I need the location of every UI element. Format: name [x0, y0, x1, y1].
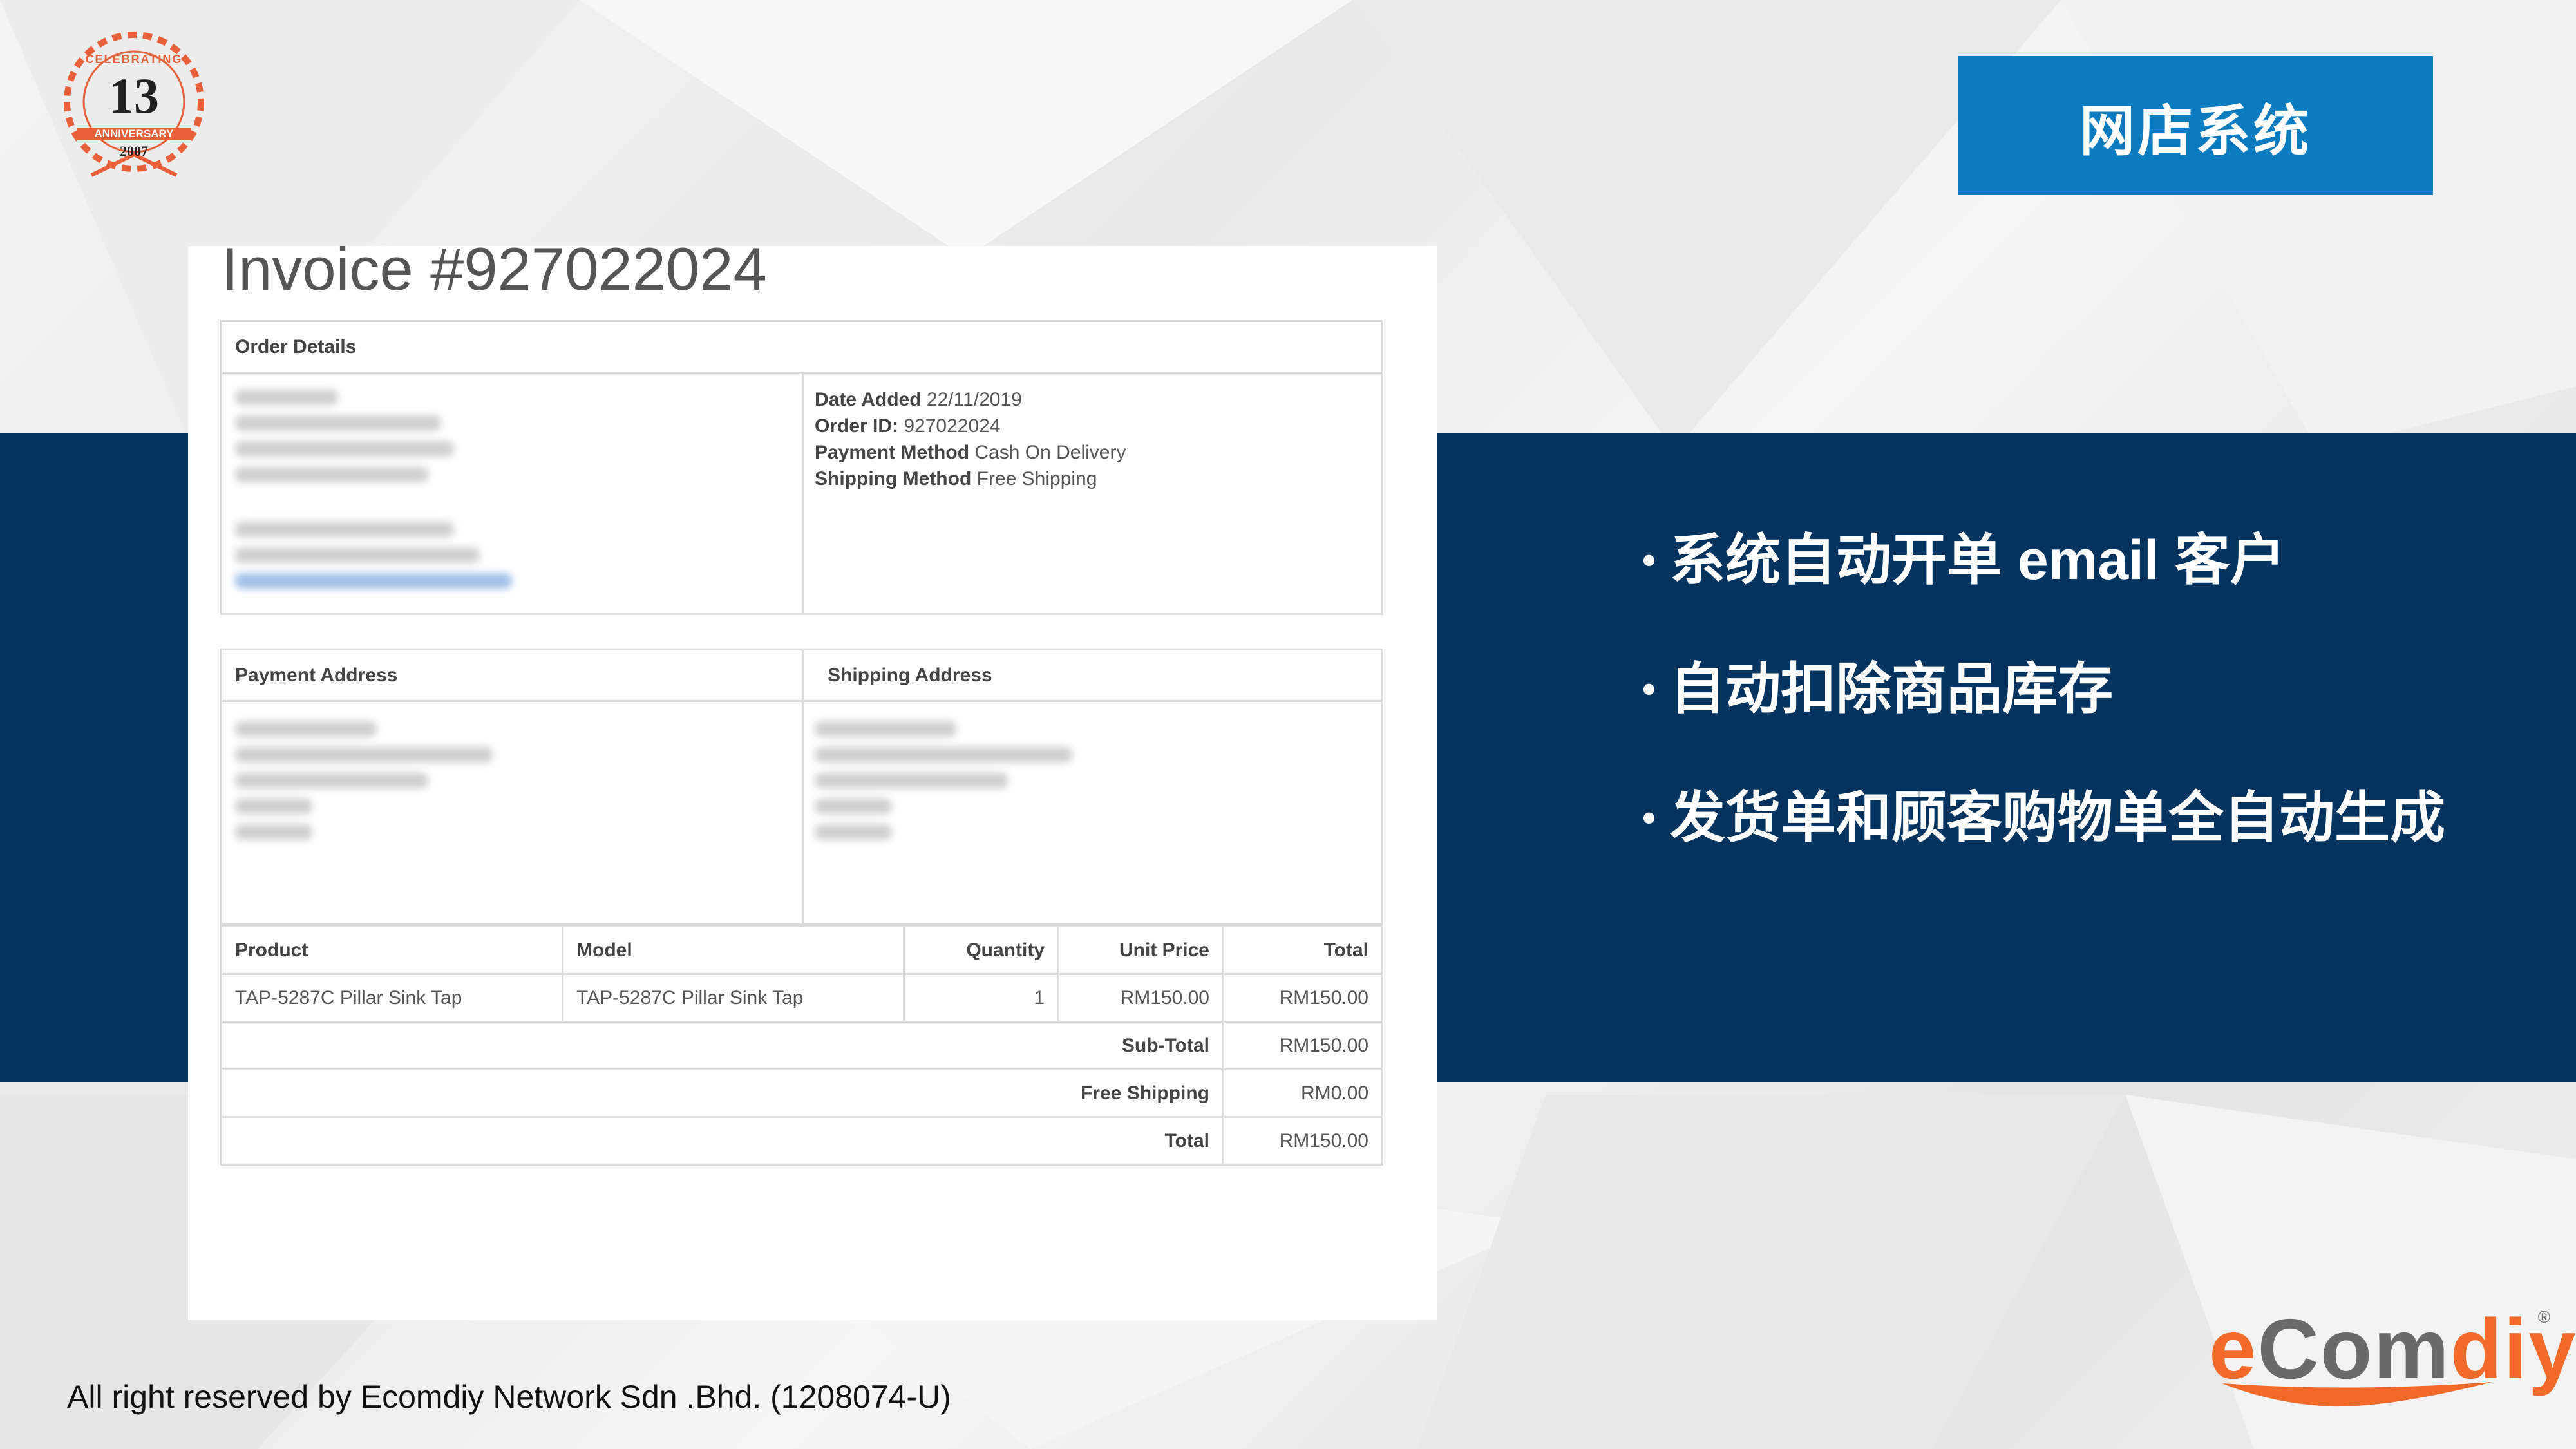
products-table: Product Model Quantity Unit Price Total …	[220, 925, 1383, 1166]
badge-top-text: CELEBRATING	[85, 53, 183, 66]
redacted-text	[815, 799, 892, 814]
redacted-text	[815, 773, 1008, 788]
redacted-text	[235, 747, 493, 762]
cell-unit-price: RM150.00	[1057, 973, 1224, 1023]
redacted-link	[235, 573, 512, 589]
redacted-text	[235, 721, 377, 737]
shipping-method-label: Shipping Method	[815, 468, 972, 489]
registered-mark: ®	[2537, 1307, 2550, 1327]
subtotal-value: RM150.00	[1222, 1021, 1383, 1070]
shipping-method-row: Shipping Method Free Shipping	[815, 466, 1126, 492]
date-added-row: Date Added 22/11/2019	[815, 386, 1126, 413]
order-details-heading: Order Details	[222, 322, 1381, 374]
shipping-value: RM0.00	[1222, 1068, 1383, 1118]
divider	[802, 374, 804, 613]
bullet-icon: •	[1642, 796, 1656, 839]
anniversary-badge: CELEBRATING 13 ANNIVERSARY 2007	[52, 26, 216, 191]
feature-text: 自动扣除商品库存	[1670, 658, 2114, 720]
cell-total: RM150.00	[1222, 973, 1383, 1023]
cell-quantity: 1	[903, 973, 1059, 1023]
payment-method-label: Payment Method	[815, 442, 970, 463]
total-label: Total	[220, 1116, 1224, 1166]
redacted-text	[235, 390, 338, 405]
subtotal-label: Sub-Total	[220, 1021, 1224, 1070]
feature-item: • 发货单和顾客购物单全自动生成	[1642, 773, 2544, 902]
payment-method-row: Payment Method Cash On Delivery	[815, 439, 1126, 466]
shipping-method-value: Free Shipping	[976, 468, 1097, 489]
logo-swoosh-icon	[2222, 1382, 2492, 1407]
slide-title: 网店系统	[1958, 56, 2433, 195]
feature-item: • 系统自动开单 email 客户	[1642, 515, 2544, 644]
bullet-icon: •	[1642, 667, 1656, 710]
order-id-row: Order ID: 927022024	[815, 413, 1126, 439]
feature-item: • 自动扣除商品库存	[1642, 644, 2544, 773]
redacted-text	[815, 824, 892, 840]
cell-product: TAP-5287C Pillar Sink Tap	[220, 973, 564, 1023]
feature-list: • 系统自动开单 email 客户 • 自动扣除商品库存 • 发货单和顾客购物单全自动…	[1642, 515, 2544, 902]
order-id-value: 927022024	[904, 415, 1001, 437]
redacted-text	[235, 441, 454, 457]
address-panel: Payment Address Shipping Address	[220, 649, 1383, 925]
bullet-icon: •	[1642, 538, 1656, 582]
col-quantity: Quantity	[903, 925, 1059, 975]
redacted-text	[235, 799, 312, 814]
divider	[802, 650, 804, 923]
slide: CELEBRATING 13 ANNIVERSARY 2007 网店系统 • 系统…	[0, 0, 2576, 1449]
col-unit-price: Unit Price	[1057, 925, 1224, 975]
payment-address-heading: Payment Address	[235, 664, 398, 686]
redacted-text	[235, 547, 480, 563]
redacted-text	[235, 773, 428, 788]
order-meta: Date Added 22/11/2019 Order ID: 92702202…	[815, 386, 1126, 492]
redacted-text	[235, 415, 441, 431]
redacted-text	[235, 522, 454, 537]
order-details-panel: Order Details Date Added 22/11/2019 Orde…	[220, 320, 1383, 615]
badge-year: 2007	[120, 143, 148, 159]
feature-text: 发货单和顾客购物单全自动生成	[1670, 787, 2446, 849]
badge-ribbon: ANNIVERSARY	[77, 128, 191, 140]
redacted-text	[815, 721, 956, 737]
shipping-address-heading: Shipping Address	[828, 664, 992, 686]
date-added-label: Date Added	[815, 389, 922, 410]
redacted-text	[235, 467, 428, 482]
copyright-footer: All right reserved by Ecomdiy Network Sd…	[67, 1379, 951, 1415]
logo-wordmark: eComdiy	[2209, 1307, 2575, 1392]
feature-text: 系统自动开单 email 客户	[1670, 529, 2286, 591]
redacted-text	[235, 824, 312, 840]
subtotal-row: Sub-Total RM150.00	[220, 1021, 1383, 1070]
date-added-value: 22/11/2019	[926, 389, 1022, 410]
table-row: TAP-5287C Pillar Sink Tap TAP-5287C Pill…	[220, 973, 1383, 1023]
col-total: Total	[1222, 925, 1383, 975]
total-row: Total RM150.00	[220, 1116, 1383, 1166]
redacted-text	[815, 747, 1072, 762]
total-value: RM150.00	[1222, 1116, 1383, 1166]
table-header-row: Product Model Quantity Unit Price Total	[220, 925, 1383, 975]
col-model: Model	[562, 925, 905, 975]
shipping-label: Free Shipping	[220, 1068, 1224, 1118]
order-id-label: Order ID:	[815, 415, 899, 437]
shipping-row: Free Shipping RM0.00	[220, 1068, 1383, 1118]
col-product: Product	[220, 925, 564, 975]
ecomdiy-logo: eComdiy ®	[2209, 1307, 2575, 1410]
cell-model: TAP-5287C Pillar Sink Tap	[562, 973, 905, 1023]
invoice-screenshot: Invoice #927022024 Order Details Date Ad…	[188, 235, 1437, 1320]
invoice-title: Invoice #927022024	[222, 235, 767, 303]
badge-number: 13	[109, 68, 159, 124]
payment-method-value: Cash On Delivery	[974, 442, 1126, 463]
